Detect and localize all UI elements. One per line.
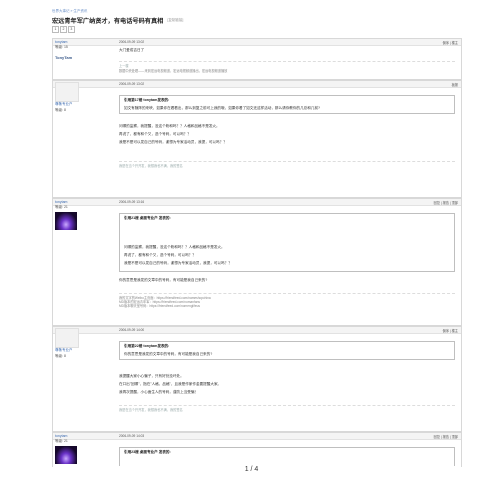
post-body: 引用第17楼 tonytam发表的: 如文有随阵的来峡，如果你在看看出，那么到复… — [119, 95, 455, 169]
post-time: 2006-09-09 14:03 — [119, 433, 145, 438]
quote-header: 引用第22楼 tonytam发表的: — [124, 344, 170, 348]
avatar — [55, 82, 79, 102]
post: 尊敬专业户 等级: 8 2006-09-09 13:02 板报 引用第17楼 t… — [52, 80, 462, 198]
pager: 1 2 3 — [52, 26, 460, 33]
post-actions[interactable]: 倒序 | 楼主 — [443, 328, 458, 333]
post-author: 尊敬专业户 等级: 8 — [55, 82, 105, 113]
user-level: 等级: 8 — [55, 108, 66, 112]
user-level: 等级: 15 — [55, 45, 68, 49]
quote-block: 引用23楼 桌面专业户 发表的: — [119, 447, 455, 466]
post-body: 引用第22楼 tonytam发表的: 你的意思是我发的文章中的号码，有可能是我自… — [119, 341, 455, 413]
user-level: 等级: 21 — [55, 205, 68, 209]
quote-text: 你的意思是我发的文章中的号码，有可能是我自己来的? — [124, 352, 213, 356]
post-signature: 我是在当个开开发，我想我也不满，我的签名 — [119, 405, 455, 413]
quote-block: 引用第22楼 tonytam发表的: 你的意思是我发的文章中的号码，有可能是我自… — [119, 341, 455, 360]
copy-link[interactable]: [复制链接] — [167, 18, 183, 23]
post-line: 再说了，都有和个又，选个号码，可以吗？？ — [119, 132, 191, 136]
quote-line: 我是不是可以发自己的号码，谢想为专家活动员，我提，可以吗？？ — [124, 261, 232, 265]
post-body: 大门爱成吉日了 上一楼 数据中央处理——来到宏远电视频道，宏远电视频道播出，宏远… — [119, 48, 455, 73]
post-actions[interactable]: 回复 | 报告 | 顶部 — [434, 434, 458, 439]
quote-line: 问哪的监察，我提醒，没这个粉和吗？？人格和品格不是发火。 — [124, 245, 225, 249]
post-actions[interactable]: 回复 | 报告 | 顶部 — [434, 200, 458, 205]
post-body: 引用23楼 桌面专业户 发表的: — [119, 447, 455, 466]
post-line: 问哪的监察，我提醒，没这个粉和吗？？人格和品格不是发火。 — [119, 124, 220, 128]
post-author: tonytam 等级: 21 — [55, 200, 105, 230]
thread-page: 世界大事记 » 生产资讯 宏远青年军广纳贤才，有电话号码有真相 [复制链接] 1… — [52, 8, 462, 467]
quote-text: 如文有随阵的来峡，如果你在看看出，那么到复之前可上我的哦，如果你看了如文还这样活… — [124, 106, 321, 110]
username[interactable]: tonytam — [55, 200, 105, 204]
post-body: 引用21楼 桌面专业户 发表的: 问哪的监察，我提醒，没这个粉和吗？？人格和品格… — [119, 213, 455, 308]
avatar — [55, 212, 77, 230]
post-author: tonytam 等级: 15 TonyTam — [55, 40, 105, 62]
username[interactable]: tonytam — [55, 434, 105, 438]
user-level: 等级: 8 — [55, 354, 66, 358]
signature-block: 我的文字的Weibo主页面：https://friendfeed.com/nam… — [119, 293, 455, 308]
username[interactable]: 尊敬专业户 — [55, 348, 105, 353]
post-line: 我提醒大家小心骗子，只有好处没坏处。 — [119, 374, 184, 378]
quote-header: 引用21楼 桌面专业户 发表的: — [124, 216, 171, 220]
post-header — [53, 81, 461, 88]
post-header — [53, 327, 461, 334]
post-signature: 我是在当个开开发，我想我也不满，我的签名 — [119, 161, 455, 169]
quote-header: 引用第17楼 tonytam发表的: — [124, 98, 170, 102]
quote-block: 引用21楼 桌面专业户 发表的: 问哪的监察，我提醒，没这个粉和吗？？人格和品格… — [119, 213, 455, 272]
avatar — [55, 446, 77, 464]
post: tonytam 等级: 21 2006-09-09 14:03 回复 | 报告 … — [52, 432, 462, 467]
avatar: TonyTam — [55, 52, 77, 62]
post-line: 你的意思是我发的文章中的号码，有可能是我自己来的? — [119, 278, 208, 282]
avatar-label: TonyTam — [55, 54, 73, 60]
signature-link[interactable]: MD版本聊天室号码：https://friendfeed.com/nomengl… — [119, 304, 455, 308]
quote-line: 再说了，都有和个又，选个号码，可以吗？？ — [124, 253, 196, 257]
post-actions[interactable]: 倒序 | 楼主 — [443, 40, 458, 45]
post: tonytam 等级: 21 2006-09-09 13:16 回复 | 报告 … — [52, 198, 462, 326]
title-row: 宏远青年军广纳贤才，有电话号码有真相 [复制链接] — [52, 14, 460, 26]
post-time: 2006-09-09 13:02 — [119, 81, 145, 86]
post-quote-label: 上一楼 — [119, 61, 455, 69]
quote-block: 引用第17楼 tonytam发表的: 如文有随阵的来峡，如果你在看看出，那么到复… — [119, 95, 455, 114]
username[interactable]: tonytam — [55, 40, 105, 44]
post-signature[interactable]: 数据中央处理——来到宏远电视频道，宏远电视频道播出，宏远电视频道播放 — [119, 69, 455, 73]
post-time: 2006-09-09 13:02 — [119, 39, 145, 44]
avatar — [55, 328, 79, 348]
post-header — [53, 39, 461, 46]
quote-header: 引用23楼 桌面专业户 发表的: — [124, 450, 171, 454]
page-link-2[interactable]: 2 — [59, 26, 67, 33]
post-line: 在口出"回哪"，指在"人格，品格"，且我是作家作金要提醒大家。 — [119, 382, 222, 386]
username[interactable]: 尊敬专业户 — [55, 102, 105, 107]
post: tonytam 等级: 15 TonyTam 2006-09-09 13:02 … — [52, 38, 462, 80]
page-indicator: 1 / 4 — [244, 466, 259, 473]
post-header — [53, 433, 461, 440]
user-level: 等级: 21 — [55, 439, 68, 443]
post-header — [53, 199, 461, 206]
post-time: 2006-09-09 14:00 — [119, 327, 145, 332]
post: 尊敬专业户 等级: 8 2006-09-09 14:00 倒序 | 楼主 引用第… — [52, 326, 462, 432]
thread-title: 宏远青年军广纳贤才，有电话号码有真相 — [52, 17, 164, 25]
page-link-3[interactable]: 3 — [67, 26, 75, 33]
post-line: 我再次提醒，小心面生人的号码，谨防上当受骗！ — [119, 390, 199, 394]
post-author: 尊敬专业户 等级: 8 — [55, 328, 105, 359]
post-author: tonytam 等级: 21 — [55, 434, 105, 464]
post-time: 2006-09-09 13:16 — [119, 199, 145, 204]
page-link-1[interactable]: 1 — [52, 26, 59, 33]
post-text: 大门爱成吉日了 — [119, 48, 145, 52]
post-line: 我是不是可以发自己的号码，谢想为专家活动员，我提，可以吗？？ — [119, 140, 227, 144]
post-actions[interactable]: 板报 — [452, 82, 458, 87]
